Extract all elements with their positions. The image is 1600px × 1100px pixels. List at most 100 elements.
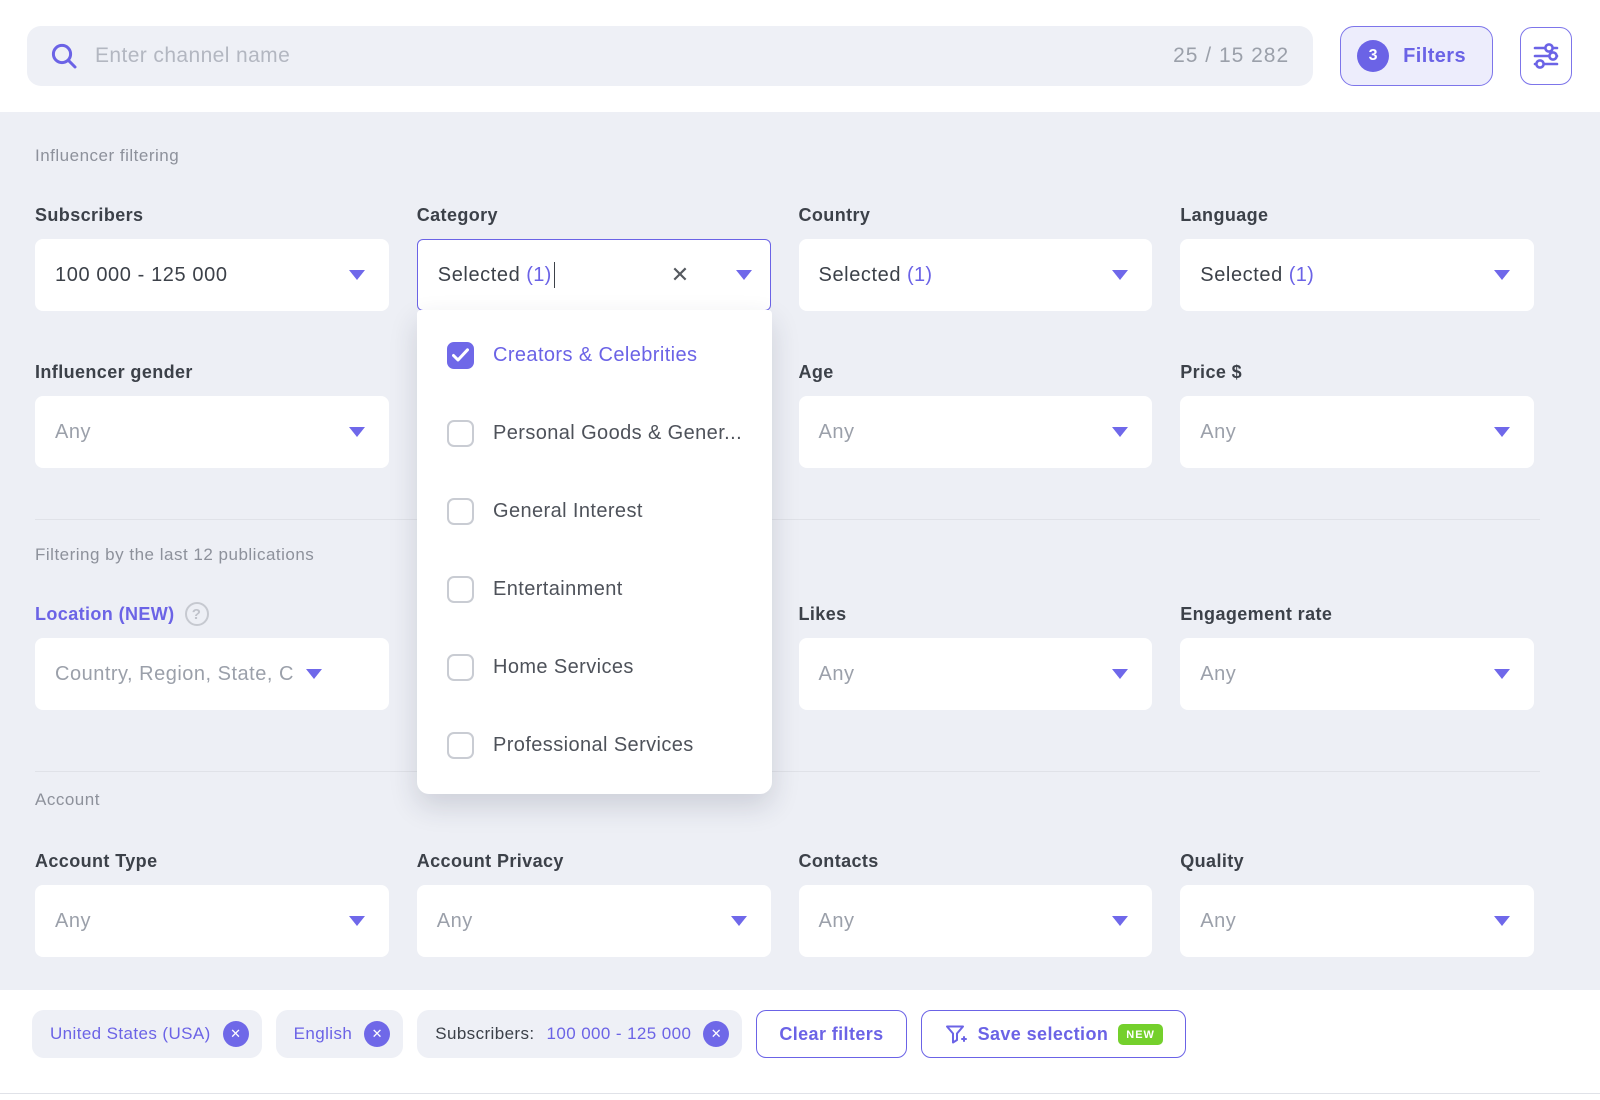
remove-chip-icon[interactable]: ✕ bbox=[223, 1021, 249, 1047]
account-privacy-value: Any bbox=[437, 910, 473, 933]
filters-button[interactable]: 3 Filters bbox=[1340, 26, 1493, 86]
account-type-filter: Account Type Any bbox=[35, 850, 389, 957]
location-dropdown[interactable]: Country, Region, State, C bbox=[35, 638, 389, 710]
likes-filter: Likes Any bbox=[799, 603, 1153, 710]
chevron-down-icon bbox=[1494, 916, 1510, 926]
close-icon[interactable]: ✕ bbox=[671, 262, 690, 288]
contacts-filter: Contacts Any bbox=[799, 850, 1153, 957]
checkbox-icon[interactable] bbox=[447, 420, 474, 447]
section-publications-filtering: Filtering by the last 12 publications bbox=[35, 545, 1600, 565]
chip-label: English bbox=[294, 1024, 353, 1044]
age-label: Age bbox=[799, 361, 1153, 383]
likes-dropdown[interactable]: Any bbox=[799, 638, 1153, 710]
likes-value: Any bbox=[819, 663, 855, 686]
filter-row-2: Influencer gender Any Age Any Price $ An… bbox=[35, 361, 1534, 468]
results-counter: 25 / 15 282 bbox=[1173, 44, 1289, 68]
category-dropdown-trigger[interactable]: Selected (1) ✕ bbox=[417, 239, 771, 311]
category-value: Selected bbox=[438, 264, 521, 287]
account-privacy-label: Account Privacy bbox=[417, 850, 771, 872]
quality-value: Any bbox=[1200, 910, 1236, 933]
category-option[interactable]: Home Services bbox=[417, 628, 772, 706]
clear-filters-button[interactable]: Clear filters bbox=[756, 1010, 906, 1058]
chevron-down-icon bbox=[1494, 669, 1510, 679]
contacts-dropdown[interactable]: Any bbox=[799, 885, 1153, 957]
checkbox-icon[interactable] bbox=[447, 498, 474, 525]
checkbox-icon[interactable] bbox=[447, 732, 474, 759]
subscribers-value: 100 000 - 125 000 bbox=[55, 264, 228, 287]
category-option[interactable]: Personal Goods & Gener... bbox=[417, 394, 772, 472]
category-option-label: Personal Goods & Gener... bbox=[493, 422, 742, 445]
engagement-label: Engagement rate bbox=[1180, 603, 1534, 625]
price-value: Any bbox=[1200, 421, 1236, 444]
filters-count-badge: 3 bbox=[1357, 40, 1389, 72]
filter-chip-country: United States (USA) ✕ bbox=[32, 1010, 262, 1058]
sliders-icon bbox=[1531, 41, 1561, 71]
filters-panel: Influencer filtering Subscribers 100 000… bbox=[0, 112, 1600, 990]
subscribers-filter: Subscribers 100 000 - 125 000 bbox=[35, 204, 389, 311]
save-selection-button[interactable]: Save selection NEW bbox=[921, 1010, 1186, 1058]
new-badge: NEW bbox=[1118, 1024, 1163, 1045]
quality-label: Quality bbox=[1180, 850, 1534, 872]
category-label: Category bbox=[417, 204, 771, 226]
location-label: Location (NEW) ? bbox=[35, 603, 389, 625]
price-dropdown[interactable]: Any bbox=[1180, 396, 1534, 468]
country-count: (1) bbox=[907, 264, 932, 287]
quality-filter: Quality Any bbox=[1180, 850, 1534, 957]
category-option[interactable]: Professional Services bbox=[417, 706, 772, 784]
filter-row-1: Subscribers 100 000 - 125 000 Category S… bbox=[35, 204, 1534, 311]
save-selection-label: Save selection bbox=[978, 1024, 1109, 1045]
account-type-dropdown[interactable]: Any bbox=[35, 885, 389, 957]
page-bottom-divider bbox=[0, 1093, 1600, 1100]
checkbox-icon[interactable] bbox=[447, 654, 474, 681]
remove-chip-icon[interactable]: ✕ bbox=[364, 1021, 390, 1047]
category-option[interactable]: Creators & Celebrities bbox=[417, 316, 772, 394]
filter-row-4: Account Type Any Account Privacy Any Con… bbox=[35, 850, 1534, 957]
checkbox-icon[interactable] bbox=[447, 576, 474, 603]
search-input[interactable] bbox=[95, 44, 1157, 68]
subscribers-dropdown[interactable]: 100 000 - 125 000 bbox=[35, 239, 389, 311]
section-divider bbox=[35, 519, 1540, 520]
gender-dropdown[interactable]: Any bbox=[35, 396, 389, 468]
country-dropdown[interactable]: Selected (1) bbox=[799, 239, 1153, 311]
chevron-down-icon bbox=[1112, 916, 1128, 926]
account-privacy-filter: Account Privacy Any bbox=[417, 850, 771, 957]
chevron-down-icon bbox=[306, 669, 322, 679]
price-filter: Price $ Any bbox=[1180, 361, 1534, 468]
quality-dropdown[interactable]: Any bbox=[1180, 885, 1534, 957]
engagement-dropdown[interactable]: Any bbox=[1180, 638, 1534, 710]
engagement-value: Any bbox=[1200, 663, 1236, 686]
chips-row: United States (USA) ✕ English ✕ Subscrib… bbox=[0, 990, 1600, 1058]
help-icon[interactable]: ? bbox=[185, 602, 209, 626]
checkbox-checked-icon[interactable] bbox=[447, 342, 474, 369]
active-filters-bar: United States (USA) ✕ English ✕ Subscrib… bbox=[0, 990, 1600, 1100]
likes-label: Likes bbox=[799, 603, 1153, 625]
filter-chip-subscribers: Subscribers: 100 000 - 125 000 ✕ bbox=[417, 1010, 742, 1058]
country-label: Country bbox=[799, 204, 1153, 226]
language-dropdown[interactable]: Selected (1) bbox=[1180, 239, 1534, 311]
clear-filters-label: Clear filters bbox=[779, 1024, 883, 1045]
category-dropdown-panel: Creators & Celebrities Personal Goods & … bbox=[417, 310, 772, 794]
language-filter: Language Selected (1) bbox=[1180, 204, 1534, 311]
account-privacy-dropdown[interactable]: Any bbox=[417, 885, 771, 957]
header: 25 / 15 282 3 Filters bbox=[0, 0, 1600, 112]
chip-prefix: Subscribers: bbox=[435, 1024, 534, 1044]
filter-settings-button[interactable] bbox=[1520, 27, 1572, 85]
category-option[interactable]: Entertainment bbox=[417, 550, 772, 628]
location-placeholder: Country, Region, State, C bbox=[55, 663, 294, 686]
language-value: Selected bbox=[1200, 264, 1283, 287]
category-option-label: Entertainment bbox=[493, 578, 623, 601]
remove-chip-icon[interactable]: ✕ bbox=[703, 1021, 729, 1047]
chevron-down-icon bbox=[1112, 270, 1128, 280]
account-type-value: Any bbox=[55, 910, 91, 933]
chevron-down-icon bbox=[349, 916, 365, 926]
category-option[interactable]: General Interest bbox=[417, 472, 772, 550]
chevron-down-icon bbox=[1494, 270, 1510, 280]
text-cursor bbox=[554, 262, 556, 288]
contacts-label: Contacts bbox=[799, 850, 1153, 872]
age-dropdown[interactable]: Any bbox=[799, 396, 1153, 468]
chip-label: United States (USA) bbox=[50, 1024, 211, 1044]
account-type-label: Account Type bbox=[35, 850, 389, 872]
gender-value: Any bbox=[55, 421, 91, 444]
channel-search-box[interactable]: 25 / 15 282 bbox=[27, 26, 1313, 86]
country-value: Selected bbox=[819, 264, 902, 287]
